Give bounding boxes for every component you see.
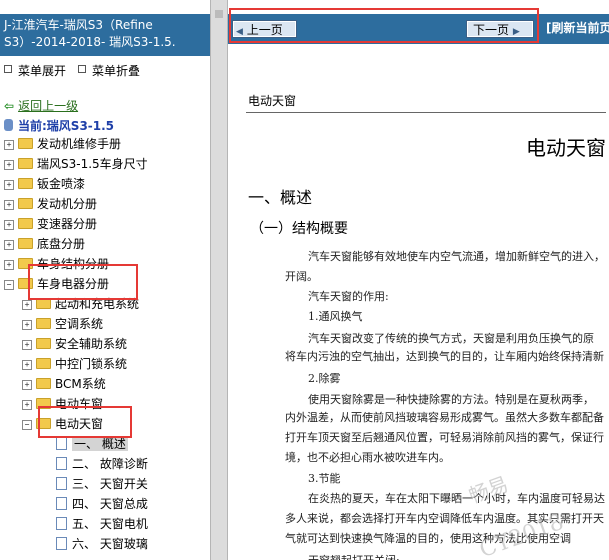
doc-line: 2.除雾 (308, 372, 341, 385)
folder-open-icon (36, 418, 51, 429)
folder-icon (18, 158, 33, 169)
collapse-all-button[interactable]: 菜单折叠 (78, 62, 140, 79)
folder-icon (18, 198, 33, 209)
current-location: 当前:瑞风S3-1.5 (4, 117, 114, 134)
square-icon (78, 65, 86, 73)
tree-doc[interactable]: 四、 天窗总成 (56, 494, 148, 514)
tree-node[interactable]: + 变速器分册 (4, 214, 97, 234)
expand-icon[interactable]: + (22, 320, 32, 330)
expand-icon[interactable]: + (4, 220, 14, 230)
document-icon (56, 457, 67, 470)
collapse-icon[interactable]: − (4, 280, 14, 290)
back-link[interactable]: ⇦ 返回上一级 (4, 97, 78, 114)
doc-line: 在炎热的夏天，车在太阳下曝晒一个小时，车内温度可轻易达 (308, 492, 605, 505)
expand-icon[interactable]: + (4, 260, 14, 270)
back-arrow-icon: ⇦ (4, 99, 15, 113)
doc-title: 电动天窗 (526, 136, 606, 160)
document-icon (56, 517, 67, 530)
tree-node-body-electrical[interactable]: − 车身电器分册 (4, 274, 109, 294)
left-triangle-icon: ◀ (236, 27, 243, 37)
folder-icon (18, 138, 33, 149)
expand-icon[interactable]: + (22, 360, 32, 370)
folder-icon (36, 318, 51, 329)
tree-node[interactable]: + 发动机维修手册 (4, 134, 121, 154)
sidebar: J-江淮汽车-瑞风S3（Refine S3）-2014-2018- 瑞风S3-1… (0, 0, 210, 560)
tree-doc[interactable]: 六、 天窗玻璃 (56, 534, 148, 554)
expand-icon[interactable]: + (4, 160, 14, 170)
tree-node[interactable]: + BCM系统 (22, 374, 106, 394)
tree-node[interactable]: + 中控门锁系统 (22, 354, 127, 374)
expand-icon[interactable]: + (4, 240, 14, 250)
sidebar-title: J-江淮汽车-瑞风S3（Refine S3）-2014-2018- 瑞风S3-1… (0, 14, 210, 56)
doc-line: 开阔。 (285, 270, 318, 283)
tree-node[interactable]: + 空调系统 (22, 314, 103, 334)
doc-line: 汽车天窗的作用: (308, 290, 389, 303)
expand-icon[interactable]: + (22, 300, 32, 310)
tree-node[interactable]: + 发动机分册 (4, 194, 97, 214)
expand-icon[interactable]: + (22, 400, 32, 410)
tree-doc[interactable]: 三、 天窗开关 (56, 474, 148, 494)
tree-doc[interactable]: 二、 故障诊断 (56, 454, 148, 474)
tree-node-sunroof[interactable]: − 电动天窗 (22, 414, 103, 434)
folder-icon (36, 338, 51, 349)
doc-line: 1.通风换气 (308, 310, 363, 323)
folder-open-icon (18, 278, 33, 289)
doc-header-rule (246, 112, 606, 113)
doc-line: 境，也不必担心雨水被吹进车内。 (285, 451, 450, 464)
doc-line: 汽车天窗能够有效地使车内空气流通，增加新鲜空气的进入， (308, 250, 605, 263)
expand-icon[interactable]: + (4, 140, 14, 150)
database-icon (4, 119, 13, 131)
tree-node[interactable]: + 底盘分册 (4, 234, 85, 254)
folder-icon (18, 258, 33, 269)
tree-node[interactable]: + 车身结构分册 (4, 254, 109, 274)
splitter-grip-icon[interactable] (215, 10, 223, 18)
tree-doc-selected[interactable]: 一、 概述 (56, 434, 128, 454)
folder-icon (36, 298, 51, 309)
square-icon (4, 65, 12, 73)
expand-icon[interactable]: + (22, 380, 32, 390)
expand-icon[interactable]: + (22, 340, 32, 350)
doc-line: 3.节能 (308, 472, 341, 485)
document-icon (56, 537, 67, 550)
doc-section-heading: 一、概述 (248, 188, 313, 207)
tree-node[interactable]: + 钣金喷漆 (4, 174, 85, 194)
tree-node[interactable]: + 瑞风S3-1.5车身尺寸 (4, 154, 148, 174)
doc-line: 打开车顶天窗至后翘通风位置，可轻易消除前风挡的雾气，保证行 (285, 431, 604, 444)
folder-icon (36, 398, 51, 409)
expand-icon[interactable]: + (4, 200, 14, 210)
document-icon (56, 497, 67, 510)
expand-icon[interactable]: + (4, 180, 14, 190)
folder-icon (18, 218, 33, 229)
right-triangle-icon: ▶ (512, 27, 520, 37)
folder-icon (18, 178, 33, 189)
doc-line: 使用天窗除雾是一种快捷除雾的方法。特别是在夏秋两季， (308, 393, 594, 406)
folder-icon (18, 238, 33, 249)
document-icon (56, 477, 67, 490)
prev-page-button[interactable]: ◀ 上一页 (232, 20, 297, 38)
tree-doc[interactable]: 五、 天窗电机 (56, 514, 148, 534)
refresh-link[interactable]: [刷新当前页 (546, 19, 609, 36)
doc-line: 内外温差，从而使前风挡玻璃容易形成雾气。虽然大多数车都配备 (285, 411, 604, 424)
document-viewer: 电动天窗 电动天窗 一、概述 （一）结构概要 汽车天窗能够有效地使车内空气流通，… (228, 44, 609, 560)
expand-all-button[interactable]: 菜单展开 (4, 62, 66, 79)
doc-subsection-heading: （一）结构概要 (250, 221, 348, 237)
collapse-icon[interactable]: − (22, 420, 32, 430)
document-icon (56, 437, 67, 450)
folder-icon (36, 358, 51, 369)
doc-line: 天窗翘起打开关闭: (308, 552, 400, 560)
pane-splitter[interactable] (210, 0, 228, 560)
tree-node[interactable]: + 电动车窗 (22, 394, 103, 414)
doc-line: 将车内污浊的空气抽出，达到换气的目的，让车厢内始终保持清新 (285, 350, 604, 363)
folder-icon (36, 378, 51, 389)
doc-running-header: 电动天窗 (248, 94, 297, 108)
tree-node[interactable]: + 安全辅助系统 (22, 334, 127, 354)
next-page-button[interactable]: 下一页 ▶ (466, 20, 534, 38)
doc-line: 汽车天窗改变了传统的换气方式，天窗是利用负压换气的原 (308, 332, 594, 345)
tree-node[interactable]: + 起动和充电系统 (22, 294, 139, 314)
